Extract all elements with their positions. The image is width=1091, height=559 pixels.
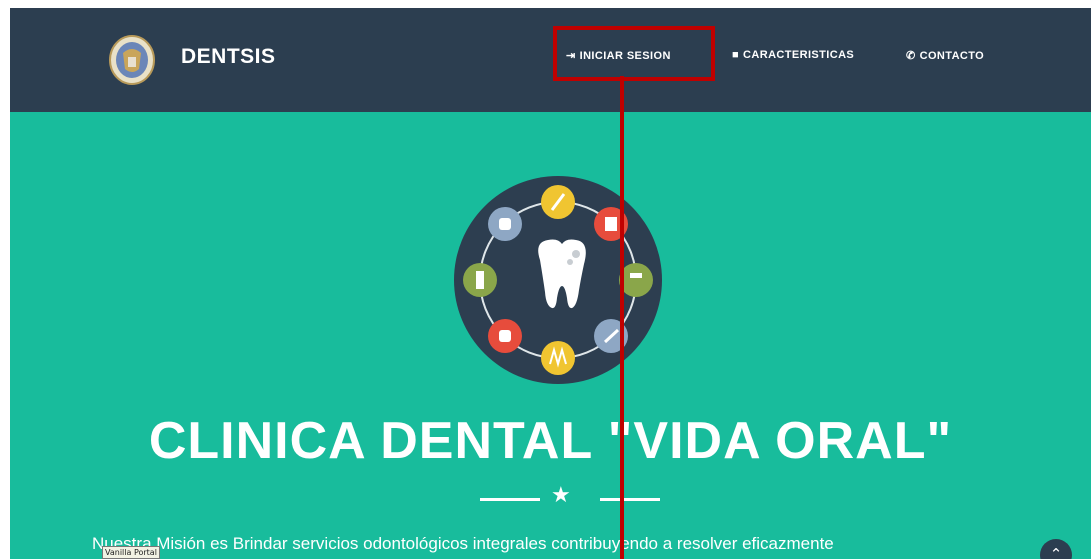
- dental-emblem: [454, 176, 662, 384]
- tooltip: Vanilla Portal: [102, 546, 160, 559]
- annotation-pointer-line: [620, 76, 624, 559]
- annotation-highlight-box: [553, 26, 715, 81]
- brand-name[interactable]: DENTSIS: [181, 45, 276, 69]
- star-divider: ★: [480, 483, 660, 510]
- star-icon: ★: [551, 483, 571, 508]
- nav-caracteristicas[interactable]: ■ CARACTERISTICAS: [732, 49, 854, 61]
- scroll-to-top-button[interactable]: ⌃: [1040, 539, 1072, 559]
- navbar: DENTSIS ⇥ INICIAR SESION ■ CARACTERISTIC…: [10, 8, 1091, 112]
- chevron-up-icon: ⌃: [1049, 545, 1063, 559]
- clinic-logo[interactable]: [109, 35, 155, 85]
- nav-contacto[interactable]: ✆ CONTACTO: [906, 49, 985, 63]
- page-frame: DENTSIS ⇥ INICIAR SESION ■ CARACTERISTIC…: [10, 8, 1091, 559]
- briefcase-icon: ■: [732, 49, 740, 61]
- hero-title: CLINICA DENTAL "VIDA ORAL": [148, 412, 953, 470]
- nav-label: CARACTERISTICAS: [743, 49, 855, 61]
- nav-label: CONTACTO: [919, 49, 985, 62]
- phone-icon: ✆: [906, 50, 916, 62]
- divider-line-left: [480, 498, 540, 501]
- divider-line-right: [600, 498, 660, 501]
- mission-text: Nuestra Misión es Brindar servicios odon…: [92, 534, 834, 553]
